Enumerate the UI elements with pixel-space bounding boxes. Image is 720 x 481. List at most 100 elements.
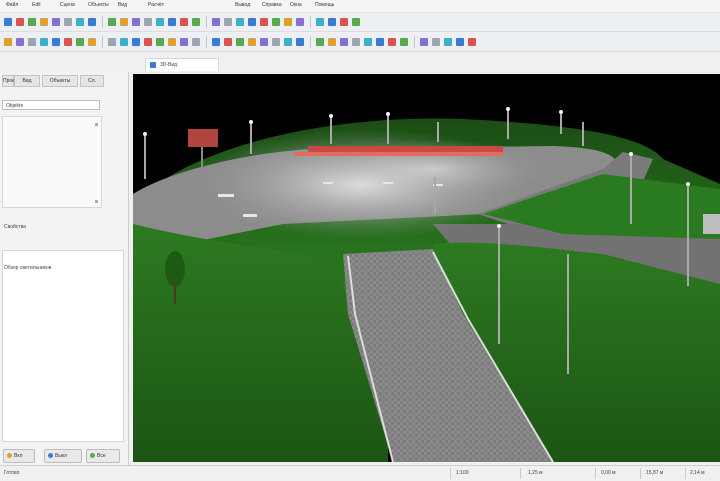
toolbar-separator: [102, 36, 103, 48]
print-icon[interactable]: [420, 38, 428, 46]
print-icon[interactable]: [284, 38, 292, 46]
open-icon[interactable]: [260, 38, 268, 46]
calculation-icon[interactable]: [364, 38, 372, 46]
new-icon[interactable]: [248, 38, 256, 46]
panel-tab-layers[interactable]: Сл.: [80, 75, 104, 87]
undo-icon[interactable]: [432, 38, 440, 46]
undo-icon[interactable]: [16, 38, 24, 46]
print-icon[interactable]: [180, 18, 188, 26]
save-icon[interactable]: [272, 38, 280, 46]
toolbar-separator: [310, 36, 311, 48]
toolbar-separator: [206, 36, 207, 48]
all-lights-button[interactable]: Все: [86, 449, 120, 463]
save-icon[interactable]: [28, 18, 36, 26]
menu-item[interactable]: Справка: [262, 2, 282, 8]
luminaire-icon[interactable]: [108, 18, 116, 26]
status-coord-x: 1,25 м: [528, 470, 543, 476]
rotate-icon[interactable]: [64, 38, 72, 46]
new-icon[interactable]: [388, 38, 396, 46]
redo-icon[interactable]: [168, 38, 176, 46]
render-icon[interactable]: [132, 18, 140, 26]
menu-item[interactable]: Расчёт: [148, 2, 164, 8]
tab-3d-view[interactable]: 3D-Вид: [145, 58, 219, 71]
select-icon[interactable]: [456, 38, 464, 46]
move-icon[interactable]: [52, 38, 60, 46]
new-icon[interactable]: [284, 18, 292, 26]
select-icon[interactable]: [76, 18, 84, 26]
button-label: Вкл: [14, 453, 23, 459]
object-tree[interactable]: [2, 116, 102, 208]
open-icon[interactable]: [120, 38, 128, 46]
select-icon[interactable]: [40, 38, 48, 46]
redo-icon[interactable]: [64, 18, 72, 26]
toolbar-row-2: [0, 33, 720, 52]
rotate-icon[interactable]: [340, 38, 348, 46]
redo-icon[interactable]: [444, 38, 452, 46]
print-icon[interactable]: [40, 18, 48, 26]
undo-icon[interactable]: [328, 18, 336, 26]
undo-icon[interactable]: [52, 18, 60, 26]
panel-tab-objects[interactable]: Объекты: [42, 75, 78, 87]
menu-item[interactable]: Файл: [6, 2, 18, 8]
rotate-icon[interactable]: [236, 18, 244, 26]
menu-item[interactable]: Сцена: [60, 2, 75, 8]
luminaire-overview-caption: Обзор светильников: [4, 265, 52, 271]
toolbar-separator: [206, 16, 207, 28]
undo-icon[interactable]: [296, 38, 304, 46]
move-icon[interactable]: [328, 38, 336, 46]
menu-item[interactable]: Объекты: [88, 2, 109, 8]
undo-icon[interactable]: [156, 38, 164, 46]
luminaire-icon[interactable]: [76, 38, 84, 46]
open-icon[interactable]: [156, 18, 164, 26]
menu-item[interactable]: Edit: [32, 2, 41, 8]
panel-tab-project[interactable]: Проект: [2, 75, 19, 87]
print-icon[interactable]: [4, 38, 12, 46]
move-icon[interactable]: [88, 18, 96, 26]
open-icon[interactable]: [400, 38, 408, 46]
new-icon[interactable]: [4, 18, 12, 26]
redo-icon[interactable]: [28, 38, 36, 46]
calculation-icon[interactable]: [120, 18, 128, 26]
redo-icon[interactable]: [340, 18, 348, 26]
render-icon[interactable]: [272, 18, 280, 26]
properties-caption: Свойства: [4, 224, 26, 230]
switch-on-button[interactable]: Вкл: [3, 449, 35, 463]
calculation-icon[interactable]: [88, 38, 96, 46]
menu-item[interactable]: Вывод: [235, 2, 250, 8]
print-icon[interactable]: [144, 38, 152, 46]
properties-panel[interactable]: [2, 250, 124, 442]
switch-off-button[interactable]: Выкл: [44, 449, 82, 463]
luminaire-icon[interactable]: [352, 38, 360, 46]
panel-tab-view[interactable]: Вид: [14, 75, 40, 87]
new-icon[interactable]: [108, 38, 116, 46]
select-icon[interactable]: [212, 18, 220, 26]
move-icon[interactable]: [192, 38, 200, 46]
undo-icon[interactable]: [192, 18, 200, 26]
move-icon[interactable]: [468, 38, 476, 46]
open-icon[interactable]: [16, 18, 24, 26]
luminaire-icon[interactable]: [212, 38, 220, 46]
move-icon[interactable]: [224, 18, 232, 26]
status-bar: Готово 1:100 1,25 м 0,00 м 15,87 м 2,14 …: [0, 465, 720, 481]
menu-item[interactable]: Помощь: [315, 2, 334, 8]
save-icon[interactable]: [168, 18, 176, 26]
menu-item[interactable]: Вид: [118, 2, 127, 8]
search-input[interactable]: Objekte: [2, 100, 100, 110]
3d-viewport[interactable]: [133, 74, 720, 462]
scroll-arrow-icon[interactable]: [95, 200, 98, 203]
luminaire-icon[interactable]: [248, 18, 256, 26]
select-icon[interactable]: [180, 38, 188, 46]
calculation-icon[interactable]: [224, 38, 232, 46]
new-icon[interactable]: [144, 18, 152, 26]
scroll-arrow-icon[interactable]: [95, 123, 98, 126]
print-icon[interactable]: [316, 18, 324, 26]
open-icon[interactable]: [296, 18, 304, 26]
button-label: Выкл: [55, 453, 68, 459]
calculation-icon[interactable]: [260, 18, 268, 26]
save-icon[interactable]: [132, 38, 140, 46]
render-icon[interactable]: [376, 38, 384, 46]
select-icon[interactable]: [352, 18, 360, 26]
menu-item[interactable]: Окна: [290, 2, 302, 8]
select-icon[interactable]: [316, 38, 324, 46]
render-icon[interactable]: [236, 38, 244, 46]
